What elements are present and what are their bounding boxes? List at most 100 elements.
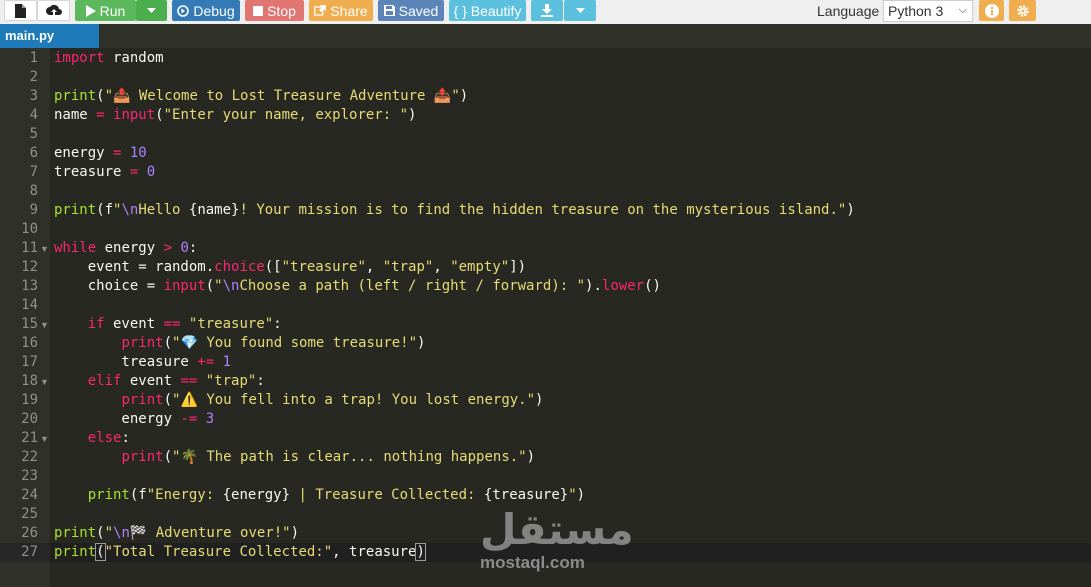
code-token: ) xyxy=(415,543,426,561)
stop-label: Stop xyxy=(267,2,296,19)
line-number: 3 xyxy=(29,88,38,104)
info-button[interactable] xyxy=(979,0,1004,21)
code-token: lower xyxy=(601,278,645,294)
code-token: | Treasure Collected: xyxy=(290,487,484,503)
code-line-13: choice = input("\nChoose a path (left / … xyxy=(54,277,661,296)
code-token: ( xyxy=(163,392,173,408)
chevron-down-icon: ⌵ xyxy=(958,4,967,16)
code-token: ]) xyxy=(509,259,527,275)
line-number: 10 xyxy=(21,221,38,237)
settings-button[interactable] xyxy=(1009,0,1036,21)
language-label: Language xyxy=(817,3,880,19)
beautify-button[interactable]: { } Beautify xyxy=(449,0,526,21)
upload-button[interactable] xyxy=(37,0,70,21)
download-options-dropdown[interactable] xyxy=(564,0,596,21)
code-token: print xyxy=(54,544,97,560)
debug-label: Debug xyxy=(193,2,235,19)
code-token: ( xyxy=(205,278,215,294)
code-token: energy xyxy=(96,240,164,256)
code-token: : xyxy=(256,373,265,389)
code-token: , treasure xyxy=(332,544,417,560)
language-value: Python 3 xyxy=(888,3,944,19)
code-token: ) xyxy=(526,449,536,465)
code-token: \n xyxy=(222,278,240,294)
line-number: 1 xyxy=(29,50,38,66)
caret-down-icon xyxy=(147,8,156,13)
code-token: print xyxy=(54,202,97,218)
code-token: treasure xyxy=(54,164,122,180)
code-token: "treasure" xyxy=(281,259,366,275)
code-token: ([ xyxy=(264,259,282,275)
code-token: event = random. xyxy=(54,259,215,275)
code-line-4: name = input("Enter your name, explorer:… xyxy=(54,106,416,125)
run-options-dropdown[interactable] xyxy=(136,0,167,21)
fold-toggle-icon[interactable]: ▼ xyxy=(40,430,49,449)
code-token: ( xyxy=(95,543,106,561)
line-number: 21 xyxy=(21,430,38,446)
run-button[interactable]: Run xyxy=(75,0,136,21)
cloud-upload-icon xyxy=(45,4,62,16)
code-token: "treasure" xyxy=(188,316,274,332)
code-token: "Energy: xyxy=(146,487,223,503)
line-number: 17 xyxy=(21,354,38,370)
code-token: while xyxy=(54,240,97,256)
line-number: 6 xyxy=(29,145,38,161)
code-token: event xyxy=(121,373,181,389)
new-file-button[interactable] xyxy=(4,0,37,21)
gear-icon xyxy=(1016,4,1029,17)
code-token: "💎 You found some treasure!" xyxy=(172,335,418,351)
code-line-11: while energy > 0: xyxy=(54,239,197,258)
run-label: Run xyxy=(99,2,126,19)
tab-main-py[interactable]: main.py xyxy=(0,24,99,48)
debug-button[interactable]: Debug xyxy=(172,0,240,21)
fold-toggle-icon[interactable]: ▼ xyxy=(40,373,49,392)
code-token: = xyxy=(87,107,114,123)
code-token: ) xyxy=(535,392,544,408)
code-token: \n xyxy=(121,202,139,218)
code-token: ( xyxy=(96,88,105,104)
line-number: 22 xyxy=(21,449,38,465)
code-token: " xyxy=(214,278,223,294)
code-token: ( xyxy=(155,107,164,123)
share-button[interactable]: Share xyxy=(309,0,373,21)
line-number: 24 xyxy=(21,487,38,503)
download-button[interactable] xyxy=(531,0,563,21)
code-token: energy xyxy=(54,145,105,161)
code-token: \n xyxy=(113,525,130,541)
code-token: ) xyxy=(576,487,586,503)
fold-toggle-icon[interactable]: ▼ xyxy=(40,316,49,335)
fold-toggle-icon[interactable]: ▼ xyxy=(40,240,49,259)
code-token: 0 xyxy=(180,240,189,256)
line-number: 9 xyxy=(29,202,38,218)
save-button[interactable]: Saved xyxy=(378,0,444,21)
code-token: ( xyxy=(163,335,173,351)
code-token: elif xyxy=(87,373,122,389)
code-token: ( xyxy=(96,525,105,541)
line-number: 5 xyxy=(29,126,38,142)
code-token: ). xyxy=(585,278,602,294)
stop-button[interactable]: Stop xyxy=(245,0,304,21)
code-token: choice xyxy=(214,259,265,275)
code-token: import xyxy=(54,50,105,66)
code-token: " xyxy=(104,525,114,541)
code-token: print xyxy=(121,335,164,351)
stop-icon xyxy=(253,5,264,16)
code-token: , xyxy=(433,259,451,275)
code-token: Hello xyxy=(138,202,189,218)
code-token: 1 xyxy=(222,354,232,370)
code-token: Choose a path (left / right / forward): … xyxy=(239,278,586,294)
code-line-26: print("\n🏁 Adventure over!") xyxy=(54,524,299,543)
line-number: 25 xyxy=(21,506,38,522)
code-token: 3 xyxy=(205,411,215,427)
code-token: input xyxy=(113,107,156,123)
code-line-1: import random xyxy=(54,49,164,68)
tab-label: main.py xyxy=(5,28,55,43)
code-line-17: treasure += 1 xyxy=(54,353,231,372)
language-select[interactable]: Python 3 ⌵ xyxy=(883,0,973,22)
